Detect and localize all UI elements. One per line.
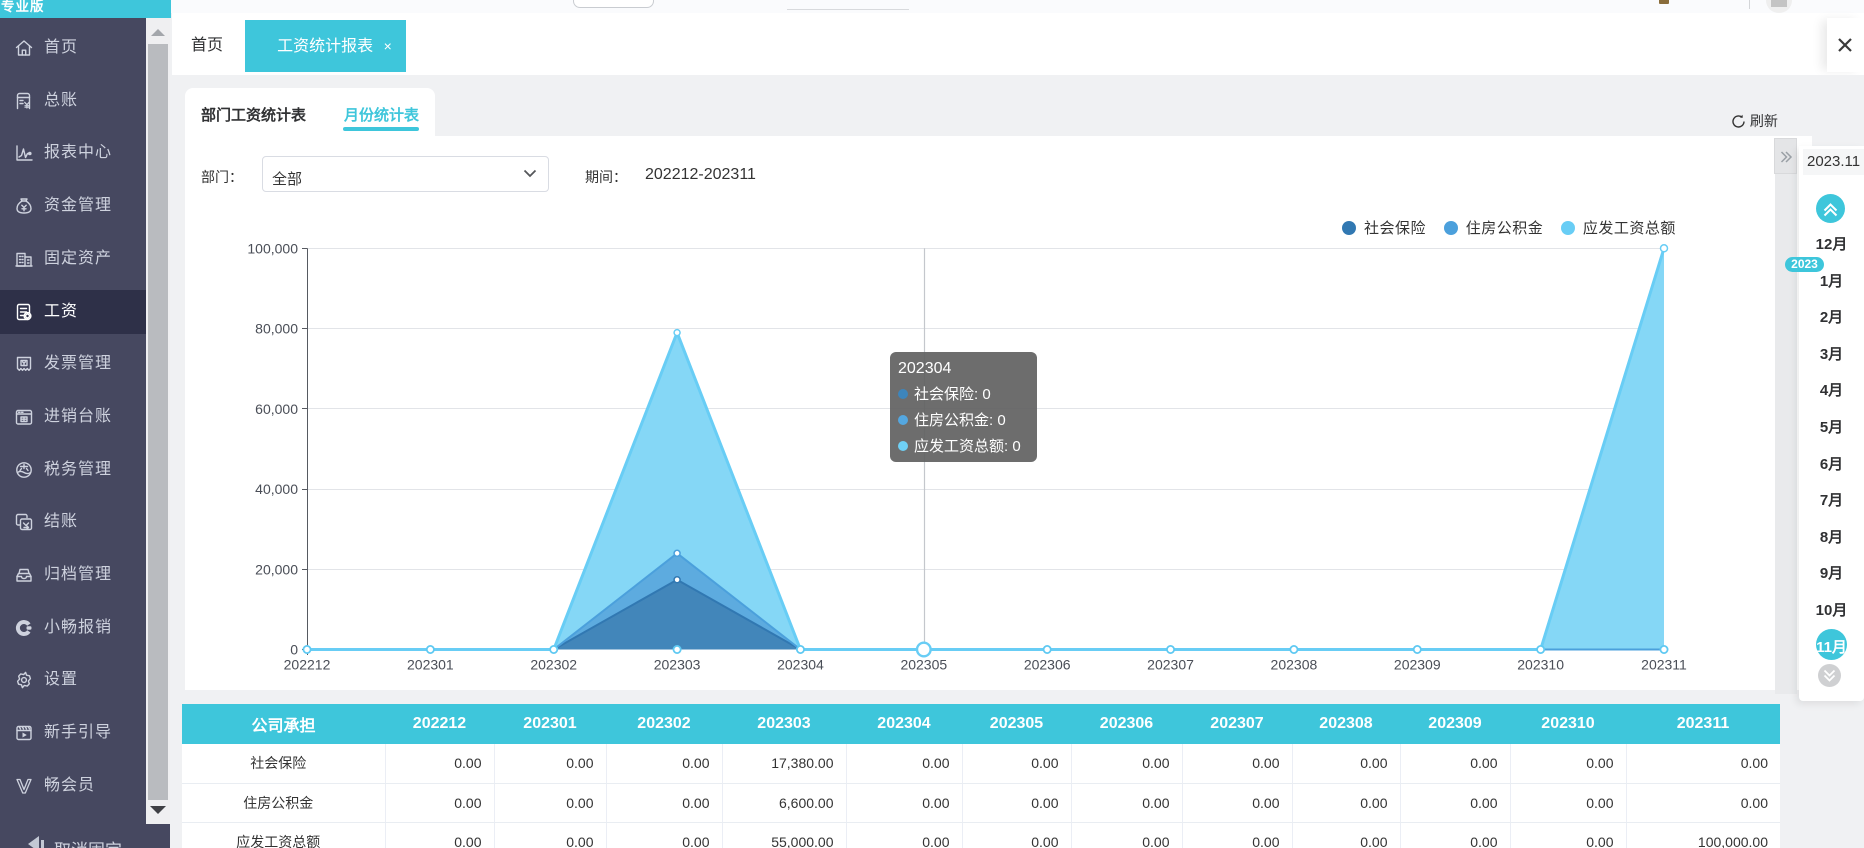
svg-text:60,000: 60,000 bbox=[255, 401, 298, 417]
svg-text:80,000: 80,000 bbox=[255, 321, 298, 337]
svg-text:202310: 202310 bbox=[1517, 657, 1564, 673]
svg-text:0: 0 bbox=[290, 642, 298, 658]
svg-text:202305: 202305 bbox=[900, 657, 947, 673]
svg-text:202309: 202309 bbox=[1394, 657, 1441, 673]
svg-text:202308: 202308 bbox=[1271, 657, 1318, 673]
svg-text:40,000: 40,000 bbox=[255, 481, 298, 497]
svg-text:202307: 202307 bbox=[1147, 657, 1194, 673]
svg-text:20,000: 20,000 bbox=[255, 561, 298, 577]
svg-text:202301: 202301 bbox=[407, 657, 454, 673]
svg-text:202311: 202311 bbox=[1641, 657, 1687, 673]
svg-text:202212: 202212 bbox=[284, 657, 331, 673]
svg-text:202304: 202304 bbox=[777, 657, 824, 673]
svg-text:202303: 202303 bbox=[654, 657, 701, 673]
svg-text:100,000: 100,000 bbox=[247, 240, 298, 256]
svg-text:202302: 202302 bbox=[530, 657, 577, 673]
svg-text:202306: 202306 bbox=[1024, 657, 1071, 673]
